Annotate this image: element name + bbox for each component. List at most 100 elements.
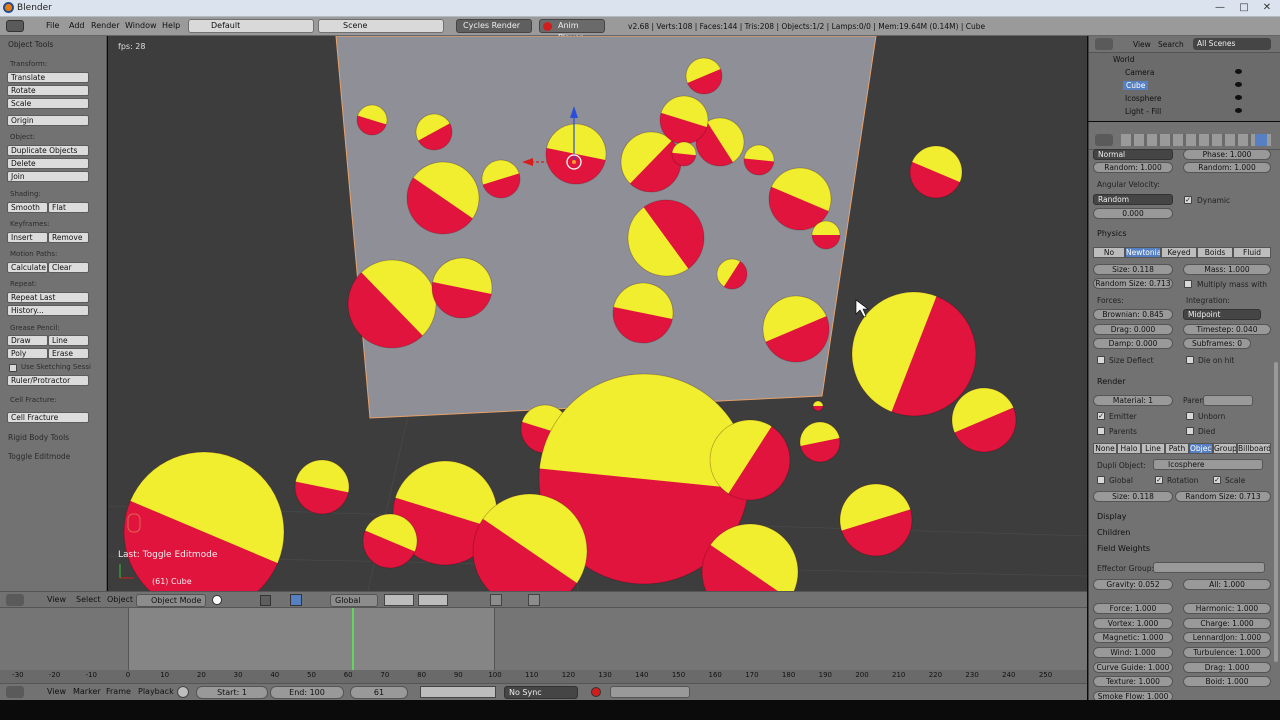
subframes-field[interactable]: Subframes: 0 (1183, 338, 1251, 349)
magnetic-weight-field[interactable]: Magnetic: 1.000 (1093, 632, 1173, 643)
effector-group-field[interactable] (1153, 562, 1265, 573)
menu-help[interactable]: Help (162, 21, 180, 30)
visibility-eye-icon[interactable] (1235, 82, 1242, 87)
died-checkbox[interactable] (1186, 427, 1194, 435)
minimize-button[interactable]: — (1209, 1, 1231, 15)
menu-select[interactable]: Select (76, 594, 101, 607)
current-frame-field[interactable]: 61 (350, 686, 408, 699)
menu-render[interactable]: Render (91, 21, 119, 30)
harmonic-weight-field[interactable]: Harmonic: 1.000 (1183, 603, 1271, 614)
ruler-button[interactable]: Ruler/Protractor (7, 375, 89, 386)
translate-button[interactable]: Translate (7, 72, 89, 83)
emitter-checkbox[interactable]: ✓ (1097, 412, 1105, 420)
mode-select[interactable]: Object Mode (136, 594, 206, 607)
render-tab-object[interactable]: Object (1189, 443, 1213, 454)
render-tab-group[interactable]: Group (1213, 443, 1237, 454)
rigid-body-panel[interactable]: Rigid Body Tools (8, 433, 69, 442)
physics-tab-boids[interactable]: Boids (1197, 247, 1233, 258)
menu-view[interactable]: View (47, 594, 66, 607)
object-tools-header[interactable]: Object Tools (8, 40, 53, 49)
random-phase-field[interactable]: Random: 1.000 (1183, 162, 1271, 173)
tl-menu-frame[interactable]: Frame (106, 686, 131, 699)
parents-checkbox[interactable] (1097, 427, 1105, 435)
render-tab-path[interactable]: Path (1165, 443, 1189, 454)
global-checkbox[interactable] (1097, 476, 1105, 484)
maximize-button[interactable]: □ (1233, 1, 1255, 15)
rotate-button[interactable]: Rotate (7, 85, 89, 96)
calculate-button[interactable]: Calculate (7, 262, 48, 273)
shading-icon[interactable] (212, 595, 222, 605)
render-tab-none[interactable]: None (1093, 443, 1117, 454)
draw-button[interactable]: Draw (7, 335, 48, 346)
render-engine-select[interactable]: Cycles Render (456, 19, 532, 33)
flat-button[interactable]: Flat (48, 202, 89, 213)
children-panel-header[interactable]: Children (1097, 528, 1130, 537)
render-size-field[interactable]: Size: 0.118 (1093, 491, 1173, 502)
size-field[interactable]: Size: 0.118 (1093, 264, 1173, 275)
dupli-object-field[interactable]: Icosphere (1153, 459, 1263, 470)
outliner-item-camera[interactable]: Camera (1125, 68, 1154, 77)
render-tab-line[interactable]: Line (1141, 443, 1165, 454)
unborn-checkbox[interactable] (1186, 412, 1194, 420)
turbulence-weight-field[interactable]: Turbulence: 1.000 (1183, 647, 1271, 658)
visibility-eye-icon[interactable] (1235, 69, 1242, 74)
editor-type-icon[interactable] (1095, 134, 1113, 146)
mass-field[interactable]: Mass: 1.000 (1183, 264, 1271, 275)
phase-field[interactable]: Phase: 1.000 (1183, 149, 1271, 160)
duplicate-objects-button[interactable]: Duplicate Objects (7, 145, 89, 156)
outliner-item-cube[interactable]: Cube (1123, 81, 1149, 90)
history-button[interactable]: History... (7, 305, 89, 316)
tl-menu-view[interactable]: View (47, 686, 66, 699)
clear-button[interactable]: Clear (48, 262, 89, 273)
layers-icon-2[interactable] (418, 594, 448, 606)
outliner-item-world[interactable]: World (1113, 55, 1135, 64)
vortex-weight-field[interactable]: Vortex: 1.000 (1093, 618, 1173, 629)
timeline-area[interactable]: -30 -20 -10 0 10 20 30 40 50 60 70 80 90 100 110 120 130… (0, 608, 1087, 683)
manipulator-translate-icon[interactable] (290, 594, 302, 606)
outliner-item-light-fill[interactable]: Light - Fill (1125, 107, 1161, 116)
particles-tab-icon[interactable] (1255, 134, 1267, 146)
render-preview-icon[interactable] (528, 594, 540, 606)
drag-field[interactable]: Drag: 0.000 (1093, 324, 1173, 335)
smooth-button[interactable]: Smooth (7, 202, 48, 213)
rotation-checkbox[interactable]: ✓ (1155, 476, 1163, 484)
scale-button[interactable]: Scale (7, 98, 89, 109)
render-tab-billboard[interactable]: Billboard (1237, 443, 1271, 454)
editor-type-icon[interactable] (6, 594, 24, 606)
delete-button[interactable]: Delete (7, 158, 89, 169)
display-panel-header[interactable]: Display (1097, 512, 1127, 521)
random-field[interactable]: Random: 1.000 (1093, 162, 1173, 173)
origin-button[interactable]: Origin (7, 115, 89, 126)
start-frame-field[interactable]: Start: 1 (196, 686, 268, 699)
physics-tab-keyed[interactable]: Keyed (1161, 247, 1197, 258)
preview-range-icon[interactable] (177, 686, 189, 698)
visibility-eye-icon[interactable] (1235, 108, 1242, 113)
render-panel-header[interactable]: Render (1097, 377, 1125, 386)
3d-viewport[interactable]: fps: 28 Last: Toggle Editmode (61) Cube (108, 36, 1087, 591)
outliner-view-menu[interactable]: View (1133, 40, 1151, 49)
charge-weight-field[interactable]: Charge: 1.000 (1183, 618, 1271, 629)
editor-type-icon[interactable] (6, 686, 24, 698)
cell-fracture-button[interactable]: Cell Fracture (7, 412, 89, 423)
multiply-mass-checkbox[interactable] (1184, 280, 1192, 288)
orientation-select[interactable]: Global (330, 594, 378, 607)
velocity-type-select[interactable]: Normal (1093, 149, 1173, 160)
field-weights-panel-header[interactable]: Field Weights (1097, 544, 1150, 553)
line-button[interactable]: Line (48, 335, 89, 346)
repeat-last-button[interactable]: Repeat Last (7, 292, 89, 303)
die-on-hit-checkbox[interactable] (1186, 356, 1194, 364)
physics-tab-fluid[interactable]: Fluid (1233, 247, 1271, 258)
brownian-field[interactable]: Brownian: 0.845 (1093, 309, 1173, 320)
keying-set-field[interactable] (610, 686, 690, 698)
tl-menu-playback[interactable]: Playback (138, 686, 174, 699)
curve-guide-weight-field[interactable]: Curve Guide: 1.000 (1093, 662, 1173, 673)
lennardjones-weight-field[interactable]: LennardJon: 1.000 (1183, 632, 1271, 643)
damp-field[interactable]: Damp: 0.000 (1093, 338, 1173, 349)
insert-keyframe-button[interactable]: Insert (7, 232, 48, 243)
integration-select[interactable]: Midpoint (1183, 309, 1261, 320)
all-weight-field[interactable]: All: 1.000 (1183, 579, 1271, 590)
force-weight-field[interactable]: Force: 1.000 (1093, 603, 1173, 614)
sync-select[interactable]: No Sync (504, 686, 578, 699)
editor-type-icon[interactable] (6, 20, 24, 32)
outliner-item-icosphere[interactable]: Icosphere (1125, 94, 1162, 103)
